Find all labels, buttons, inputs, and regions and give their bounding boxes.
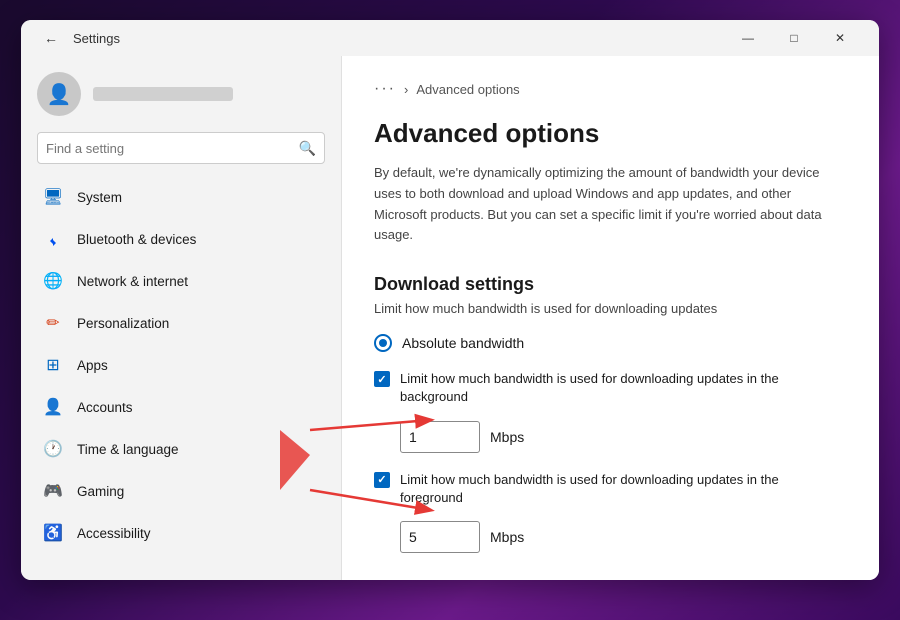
personalization-icon: ✏ <box>43 313 63 333</box>
bandwidth-input-background[interactable] <box>400 421 480 453</box>
accounts-icon: 👤 <box>43 397 63 417</box>
apps-icon: ⊞ <box>43 355 63 375</box>
maximize-button[interactable]: □ <box>771 22 817 54</box>
download-section-title: Download settings <box>374 274 847 295</box>
breadcrumb: ··· › Advanced options <box>374 80 847 98</box>
time-icon: 🕐 <box>43 439 63 459</box>
settings-window: ← Settings — □ ✕ 👤 🔍 🖥 System <box>21 20 879 580</box>
search-box[interactable]: 🔍 <box>37 132 325 164</box>
system-icon: 🖥 <box>43 187 63 207</box>
radio-inner <box>379 339 387 347</box>
sidebar-item-accessibility[interactable]: ♿ Accessibility <box>27 513 335 553</box>
checkbox-row-foreground[interactable]: ✓ Limit how much bandwidth is used for d… <box>374 471 847 507</box>
bandwidth-input-row-2: Mbps <box>400 521 847 553</box>
checkmark-1: ✓ <box>377 373 386 386</box>
sidebar-label-apps: Apps <box>77 358 108 373</box>
bandwidth-input-row-1: Mbps <box>400 421 847 453</box>
title-bar-left: ← Settings <box>37 24 725 52</box>
gaming-icon: 🎮 <box>43 481 63 501</box>
breadcrumb-dots: ··· <box>374 80 396 98</box>
sidebar-label-system: System <box>77 190 122 205</box>
sidebar-item-apps[interactable]: ⊞ Apps <box>27 345 335 385</box>
sidebar-label-gaming: Gaming <box>77 484 124 499</box>
checkbox-label-foreground: Limit how much bandwidth is used for dow… <box>400 471 790 507</box>
sidebar-label-accounts: Accounts <box>77 400 133 415</box>
checkbox-label-background: Limit how much bandwidth is used for dow… <box>400 370 790 406</box>
user-profile: 👤 <box>21 56 341 128</box>
page-title: Advanced options <box>374 118 847 149</box>
avatar: 👤 <box>37 72 81 116</box>
unit-label-2: Mbps <box>490 529 524 545</box>
search-input[interactable] <box>46 141 299 156</box>
breadcrumb-arrow: › <box>404 82 408 97</box>
checkbox-foreground[interactable]: ✓ <box>374 472 390 488</box>
download-section-subtitle: Limit how much bandwidth is used for dow… <box>374 301 847 316</box>
radio-row-absolute[interactable]: Absolute bandwidth <box>374 334 847 352</box>
username-bar <box>93 87 233 101</box>
sidebar-label-personalization: Personalization <box>77 316 169 331</box>
breadcrumb-label: Advanced options <box>416 82 519 97</box>
sidebar-item-personalization[interactable]: ✏ Personalization <box>27 303 335 343</box>
minimize-button[interactable]: — <box>725 22 771 54</box>
sidebar-item-accounts[interactable]: 👤 Accounts <box>27 387 335 427</box>
sidebar-label-bluetooth: Bluetooth & devices <box>77 232 196 247</box>
description-text: By default, we're dynamically optimizing… <box>374 163 847 246</box>
checkbox-row-background[interactable]: ✓ Limit how much bandwidth is used for d… <box>374 370 847 406</box>
sidebar-item-system[interactable]: 🖥 System <box>27 177 335 217</box>
sidebar-label-accessibility: Accessibility <box>77 526 151 541</box>
checkbox-background[interactable]: ✓ <box>374 371 390 387</box>
back-button[interactable]: ← <box>37 24 65 52</box>
sidebar-item-bluetooth[interactable]: Bluetooth & devices <box>27 219 335 259</box>
unit-label-1: Mbps <box>490 429 524 445</box>
sidebar: 👤 🔍 🖥 System Bluetooth & devices 🌐 <box>21 56 341 580</box>
window-title: Settings <box>73 31 120 46</box>
close-button[interactable]: ✕ <box>817 22 863 54</box>
radio-absolute[interactable] <box>374 334 392 352</box>
accessibility-icon: ♿ <box>43 523 63 543</box>
title-bar: ← Settings — □ ✕ <box>21 20 879 56</box>
bandwidth-input-foreground[interactable] <box>400 521 480 553</box>
radio-label-absolute: Absolute bandwidth <box>402 335 524 351</box>
search-icon: 🔍 <box>299 140 316 157</box>
content-area: 👤 🔍 🖥 System Bluetooth & devices 🌐 <box>21 56 879 580</box>
sidebar-item-network[interactable]: 🌐 Network & internet <box>27 261 335 301</box>
bluetooth-icon <box>43 229 63 249</box>
checkmark-2: ✓ <box>377 473 386 486</box>
main-content: ··· › Advanced options Advanced options … <box>341 56 879 580</box>
network-icon: 🌐 <box>43 271 63 291</box>
sidebar-label-network: Network & internet <box>77 274 188 289</box>
window-controls: — □ ✕ <box>725 22 863 54</box>
sidebar-label-time: Time & language <box>77 442 179 457</box>
sidebar-item-gaming[interactable]: 🎮 Gaming <box>27 471 335 511</box>
sidebar-item-time[interactable]: 🕐 Time & language <box>27 429 335 469</box>
